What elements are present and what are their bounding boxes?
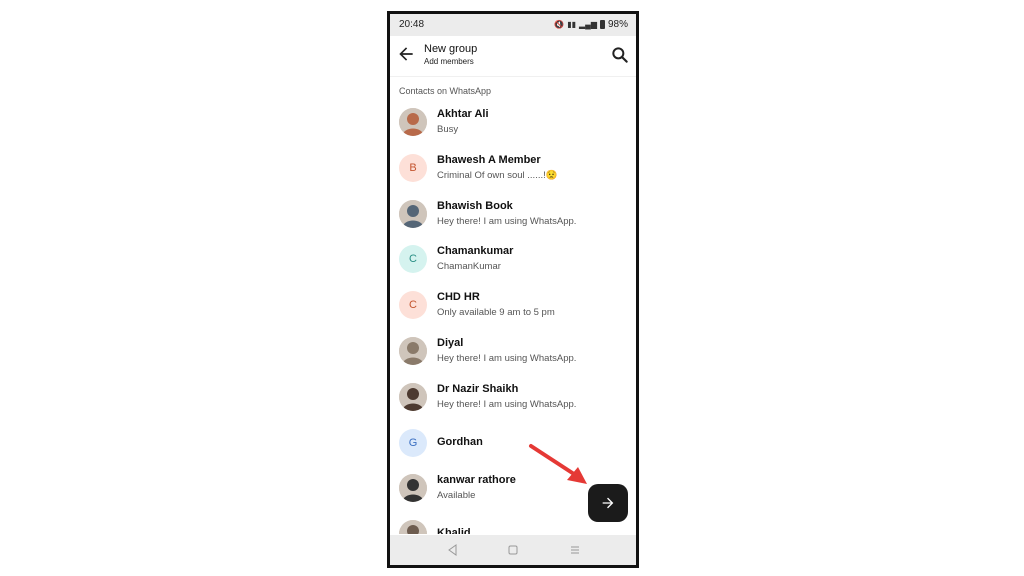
back-arrow-icon[interactable] — [396, 44, 416, 64]
battery-icon — [599, 20, 605, 29]
contact-name: Gordhan — [437, 435, 483, 448]
contact-row[interactable]: Akhtar Ali Busy — [390, 102, 636, 146]
avatar-initial: B — [399, 153, 427, 182]
avatar-initial: C — [399, 291, 427, 320]
contact-row[interactable]: C CHD HR Only available 9 am to 5 pm — [390, 285, 636, 329]
next-arrow-icon — [602, 497, 614, 509]
contact-status: Criminal Of own soul ......!😟 — [437, 169, 558, 181]
contact-status: Available — [437, 490, 476, 502]
contact-row[interactable]: C Chamankumar ChamanKumar — [390, 239, 636, 283]
contact-status: Hey there! I am using WhatsApp. — [437, 398, 577, 410]
avatar-initial: G — [399, 428, 427, 457]
nav-bar — [390, 535, 636, 565]
mute-icon: 🔇 — [554, 20, 565, 29]
contact-row[interactable]: G Gordhan — [390, 423, 636, 467]
contact-row[interactable]: Dr Nazir Shaikh Hey there! I am using Wha… — [390, 377, 636, 421]
contact-status: Hey there! I am using WhatsApp. — [437, 353, 577, 364]
contact-name: Khalid — [437, 527, 471, 534]
avatar-initial: C — [399, 245, 427, 274]
avatar-photo — [399, 520, 427, 534]
status-bar: 20:48 🔇 ▮▮ ▂▄▆ 98% — [390, 14, 636, 36]
avatar-photo — [399, 108, 427, 136]
contact-status: Hey there! I am using WhatsApp. — [437, 215, 577, 227]
avatar-photo — [399, 199, 427, 228]
contact-name: Chamankumar — [437, 245, 514, 258]
contact-row[interactable]: Diyal Hey there! I am using WhatsApp. — [390, 331, 636, 375]
signal-bars-icon: ▂▄▆ — [579, 20, 597, 29]
contact-name: Bhawish Book — [437, 199, 513, 212]
contact-name: Akhtar Ali — [437, 108, 489, 120]
contact-row[interactable]: B Bhawesh A Member Criminal Of own soul ..… — [390, 148, 636, 192]
status-time: 20:48 — [399, 19, 425, 30]
contact-name: Bhawesh A Member — [437, 153, 541, 166]
contact-status: ChamanKumar — [437, 261, 501, 273]
page-subtitle: Add members — [424, 57, 474, 66]
nav-back-icon[interactable] — [446, 543, 460, 557]
contact-name: CHD HR — [437, 291, 480, 304]
signal-icon: ▮▮ — [567, 20, 576, 29]
nav-home-icon[interactable] — [506, 543, 520, 557]
header-titles: New group Add members — [424, 43, 477, 68]
contact-status: Busy — [437, 124, 459, 135]
app-bar: New group Add members — [390, 36, 636, 77]
contact-name: Diyal — [437, 337, 464, 349]
phone-screen: 20:48 🔇 ▮▮ ▂▄▆ 98% New group Add members… — [387, 11, 639, 568]
avatar-photo — [399, 337, 427, 365]
contact-name: Dr Nazir Shaikh — [437, 382, 519, 395]
section-label: Contacts on WhatsApp — [399, 86, 492, 96]
nav-menu-icon[interactable] — [568, 543, 582, 557]
avatar-photo — [399, 382, 427, 411]
contact-list: Akhtar Ali Busy B Bhawesh A Member Criminal … — [390, 102, 636, 534]
page-title: New group — [424, 43, 478, 55]
contact-status: Only available 9 am to 5 pm — [437, 307, 555, 319]
annotation-arrow-icon — [529, 444, 587, 484]
contact-row[interactable]: Bhawish Book Hey there! I am using WhatsA… — [390, 194, 636, 238]
contact-name: kanwar rathore — [437, 474, 516, 487]
search-icon[interactable] — [610, 45, 630, 65]
status-icons: 🔇 ▮▮ ▂▄▆ 98% — [554, 19, 628, 30]
avatar-photo — [399, 474, 427, 503]
battery-level: 98% — [607, 19, 628, 30]
